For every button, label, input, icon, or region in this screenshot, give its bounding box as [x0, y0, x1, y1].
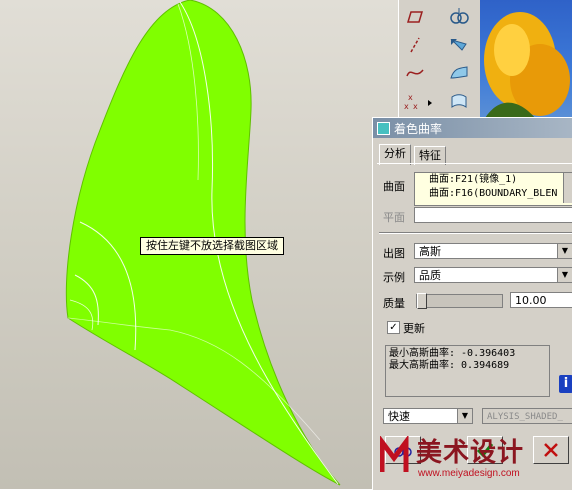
curve-icon[interactable] — [403, 62, 427, 84]
arrow-surface-icon[interactable] — [447, 34, 471, 56]
sample-label: 示例 — [383, 271, 405, 284]
line-icon[interactable] — [403, 34, 427, 56]
parallelogram-icon[interactable] — [403, 6, 427, 28]
svg-text:x: x — [408, 93, 413, 102]
quality-input[interactable]: 10.00 — [510, 292, 572, 308]
list-scrollbar[interactable] — [563, 173, 572, 203]
speed-value: 快速 — [388, 410, 410, 423]
sample-select[interactable]: 品质 ▼ — [414, 267, 572, 283]
svg-text:x: x — [404, 102, 409, 110]
sketch-toolbar: xxx — [398, 0, 481, 118]
divider — [379, 232, 572, 234]
output-select[interactable]: 高斯 ▼ — [414, 243, 572, 259]
svg-text:x: x — [413, 102, 418, 110]
analysis-name-field[interactable]: ALYSIS_SHADED_ — [482, 408, 572, 424]
sample-value: 品质 — [419, 269, 441, 282]
output-label: 出图 — [383, 247, 405, 260]
update-checkbox[interactable]: ✓ — [387, 321, 400, 334]
info-icon[interactable]: i — [559, 375, 572, 393]
dialog-title: 着色曲率 — [394, 121, 443, 136]
chevron-down-icon[interactable]: ▼ — [557, 268, 572, 282]
tab-panel-border — [377, 163, 572, 164]
list-item[interactable]: 曲面:F21(镜像_1) — [415, 173, 572, 187]
surface-patch-icon[interactable] — [447, 90, 471, 112]
quality-label: 质量 — [383, 297, 405, 310]
plane-field[interactable] — [414, 207, 572, 223]
chevron-down-icon[interactable]: ▼ — [557, 244, 572, 258]
speed-select[interactable]: 快速 ▼ — [383, 408, 473, 424]
list-item[interactable]: 曲面:F16(BOUNDARY_BLEN — [415, 187, 572, 201]
boundary-blend-icon[interactable] — [447, 62, 471, 84]
model-viewport[interactable]: 按住左键不放选择截图区域 — [0, 0, 398, 489]
quality-slider[interactable] — [416, 293, 503, 309]
dialog-titlebar[interactable]: 着色曲率 — [373, 118, 572, 138]
surface-label: 曲面 — [383, 180, 405, 193]
dialog-app-icon — [377, 121, 390, 135]
max-gaussian-text: 最大高斯曲率: 0.394689 — [389, 360, 510, 371]
output-value: 高斯 — [419, 245, 441, 258]
screenshot-tooltip: 按住左键不放选择截图区域 — [140, 237, 284, 255]
watermark-url: www.meiyadesign.com — [418, 468, 520, 479]
results-box: 最小高斯曲率: -0.396403 最大高斯曲率: 0.394689 — [385, 345, 550, 397]
datum-axis-icon[interactable] — [447, 6, 471, 28]
background-photo — [480, 0, 572, 118]
surface-collector[interactable]: 曲面:F21(镜像_1) 曲面:F16(BOUNDARY_BLEN — [414, 172, 572, 206]
watermark-logo-text: 美术设计 — [416, 438, 525, 468]
chevron-down-icon[interactable]: ▼ — [457, 409, 472, 423]
slider-handle[interactable] — [417, 293, 427, 309]
min-gaussian-text: 最小高斯曲率: -0.396403 — [389, 348, 516, 359]
logo-mark-icon — [380, 436, 409, 472]
update-label: 更新 — [403, 322, 425, 335]
points-icon[interactable]: xxx — [403, 90, 427, 112]
watermark: 美术设计 www.meiyadesign.com — [378, 432, 572, 489]
plane-label: 平面 — [383, 211, 405, 224]
tab-analysis[interactable]: 分析 — [379, 144, 411, 165]
flyout-arrow-icon[interactable] — [425, 92, 435, 114]
